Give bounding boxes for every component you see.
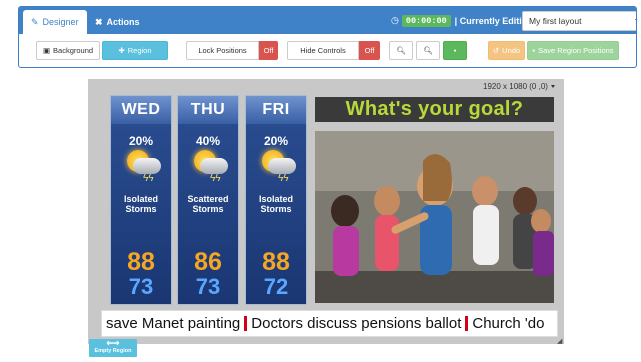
zoom-in-icon: 🔍︎ (396, 46, 406, 55)
weather-high: 88 (262, 248, 290, 276)
weather-high: 86 (194, 248, 222, 276)
add-region-button[interactable]: ✚ Region (102, 41, 168, 60)
storm-icon: ϟϟ (111, 148, 171, 188)
undo-label: Undo (502, 46, 521, 55)
weather-precip: 40% (195, 134, 221, 148)
resolution-label: 1920 x 1080 (0 ,0) (483, 82, 548, 91)
background-button[interactable]: ▣ Background (36, 41, 100, 60)
weather-high: 88 (127, 248, 155, 276)
weather-condition-line2: Storms (125, 204, 157, 214)
layout-designer: ✎ Designer ✖ Actions ◷ 00:00:00 | Curren… (0, 0, 641, 362)
hide-controls-label: Hide Controls (300, 46, 346, 55)
ticker-item: Church 'do (472, 315, 545, 332)
ticker-region[interactable]: save Manet painting Doctors discuss pens… (101, 310, 558, 337)
weather-condition: Isolated Storms (246, 194, 306, 216)
weather-day: FRI (246, 96, 306, 124)
lock-positions-button[interactable]: Lock Positions (186, 41, 259, 60)
layout-select[interactable]: My first layout (522, 11, 636, 31)
storm-icon: ϟϟ (246, 148, 306, 188)
panel-header: ✎ Designer ✖ Actions ◷ 00:00:00 | Curren… (19, 7, 636, 34)
storm-icon: ϟϟ (178, 148, 238, 188)
weather-day: THU (178, 96, 238, 124)
zoom-out-button[interactable]: 🔍︎ (416, 41, 440, 60)
weather-low: 73 (128, 274, 154, 299)
tools-icon: ✖ (95, 16, 103, 27)
currently-editing-label: | Currently Editing (454, 15, 533, 26)
ticker-item: save Manet painting (106, 315, 241, 332)
add-region-label: Region (127, 46, 152, 55)
weather-precip: 20% (128, 134, 154, 148)
save-icon: ▪ (532, 46, 536, 55)
weather-region-fri[interactable]: FRI 20% ϟϟ Isolated Storms 88 72 (245, 95, 307, 305)
image-icon: ▣ (42, 46, 51, 55)
hide-controls-button[interactable]: Hide Controls (287, 41, 359, 60)
tab-designer[interactable]: ✎ Designer (23, 10, 87, 34)
plus-icon: ✚ (118, 46, 125, 55)
weather-region-thu[interactable]: THU 40% ϟϟ Scattered Storms 86 73 (177, 95, 239, 305)
empty-region-label: Empty Region (94, 348, 132, 354)
hide-controls-toggle[interactable]: Off (359, 41, 380, 60)
zoom-out-icon: 🔍︎ (423, 46, 433, 55)
weather-condition-line2: Storms (260, 204, 292, 214)
ticker-item: Doctors discuss pensions ballot (251, 315, 462, 332)
tab-actions-label: Actions (106, 17, 140, 27)
weather-condition: Isolated Storms (111, 194, 171, 216)
ticker-separator (244, 316, 248, 331)
save-region-positions-label: Save Region Positions (538, 46, 614, 55)
save-region-positions-button[interactable]: ▪ Save Region Positions (527, 41, 619, 60)
undo-button[interactable]: ↺ Undo (488, 41, 525, 60)
undo-icon: ↺ (492, 46, 500, 55)
save-button[interactable]: ▪ (443, 41, 467, 60)
lock-positions-toggle[interactable]: Off (259, 41, 278, 60)
lock-positions-label: Lock Positions (198, 46, 247, 55)
resolution-select[interactable]: 1920 x 1080 (0 ,0) (483, 82, 555, 91)
fitness-photo (315, 131, 554, 303)
image-region-fitness-photo[interactable] (315, 131, 554, 303)
clock-icon: ◷ (391, 15, 399, 25)
weather-condition-line1: Scattered (187, 194, 229, 204)
empty-region-button[interactable]: ⟷ Empty Region (89, 339, 137, 357)
resize-handle-icon[interactable]: ◢ (557, 337, 562, 345)
arrows-horizontal-icon: ⟷ (106, 338, 120, 348)
weather-low: 72 (263, 274, 289, 299)
edit-timer: 00:00:00 (401, 14, 451, 27)
designer-panel: ✎ Designer ✖ Actions ◷ 00:00:00 | Curren… (18, 6, 637, 68)
weather-low: 73 (195, 274, 221, 299)
designer-toolbar: ▣ Background ✚ Region Lock Positions Off… (19, 34, 636, 67)
goal-text-region[interactable]: What's your goal? (315, 97, 554, 122)
weather-condition-line1: Isolated (258, 194, 293, 204)
edit-icon: ✎ (31, 16, 39, 27)
save-icon: ▪ (453, 46, 457, 55)
ticker-separator (465, 316, 469, 331)
chevron-down-icon (635, 19, 636, 23)
background-button-label: Background (53, 46, 94, 55)
weather-condition: Scattered Storms (178, 194, 238, 216)
zoom-in-button[interactable]: 🔍︎ (389, 41, 413, 60)
weather-condition-line1: Isolated (123, 194, 158, 204)
weather-precip: 20% (263, 134, 289, 148)
tab-designer-label: Designer (42, 17, 79, 27)
layout-select-value: My first layout (529, 16, 582, 26)
tab-actions[interactable]: ✖ Actions (87, 10, 148, 34)
chevron-down-icon (550, 85, 555, 88)
weather-condition-line2: Storms (192, 204, 224, 214)
weather-region-wed[interactable]: WED 20% ϟϟ Isolated Storms 88 73 (110, 95, 172, 305)
weather-day: WED (111, 96, 171, 124)
editing-status: ◷ 00:00:00 | Currently Editing (391, 13, 533, 28)
